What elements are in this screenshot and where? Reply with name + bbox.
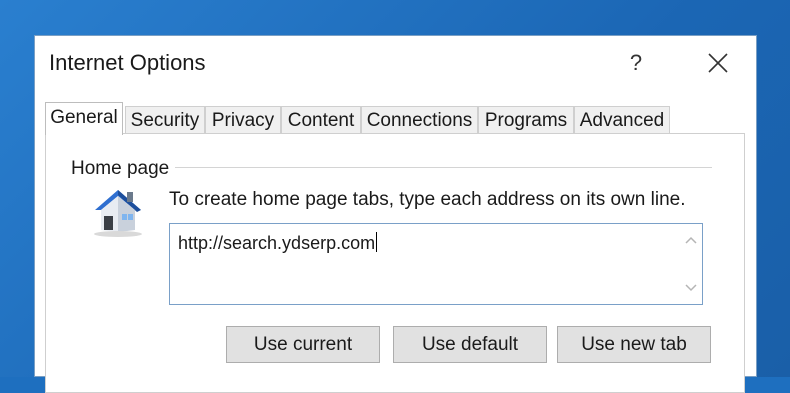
home-page-url-textarea[interactable]: http://search.ydserp.com: [169, 223, 703, 305]
home-page-group-label: Home page: [71, 158, 176, 180]
tab-content[interactable]: Content: [281, 106, 361, 134]
tab-privacy[interactable]: Privacy: [205, 106, 281, 134]
textarea-scrollbar[interactable]: [680, 224, 702, 304]
scroll-up-icon[interactable]: [683, 232, 699, 248]
close-button[interactable]: [703, 48, 733, 78]
use-new-tab-button[interactable]: Use new tab: [557, 326, 711, 363]
home-page-instruction: To create home page tabs, type each addr…: [169, 189, 686, 210]
tab-programs[interactable]: Programs: [478, 106, 574, 134]
tab-security[interactable]: Security: [125, 106, 205, 134]
help-button[interactable]: ?: [621, 48, 651, 78]
tab-general[interactable]: General: [45, 102, 123, 135]
tab-connections[interactable]: Connections: [361, 106, 478, 134]
use-current-button[interactable]: Use current: [226, 326, 380, 363]
home-page-url-value[interactable]: http://search.ydserp.com: [178, 232, 378, 254]
group-divider: [175, 167, 712, 168]
dialog-title: Internet Options: [49, 50, 206, 75]
close-icon: [708, 53, 728, 73]
tab-advanced[interactable]: Advanced: [574, 106, 670, 134]
internet-options-dialog: Internet Options ? General Security Priv…: [34, 35, 757, 393]
scroll-down-icon[interactable]: [683, 280, 699, 296]
text-caret: [376, 232, 378, 252]
title-bar: Internet Options ?: [35, 36, 756, 94]
house-icon: [94, 190, 142, 237]
use-default-button[interactable]: Use default: [393, 326, 547, 363]
